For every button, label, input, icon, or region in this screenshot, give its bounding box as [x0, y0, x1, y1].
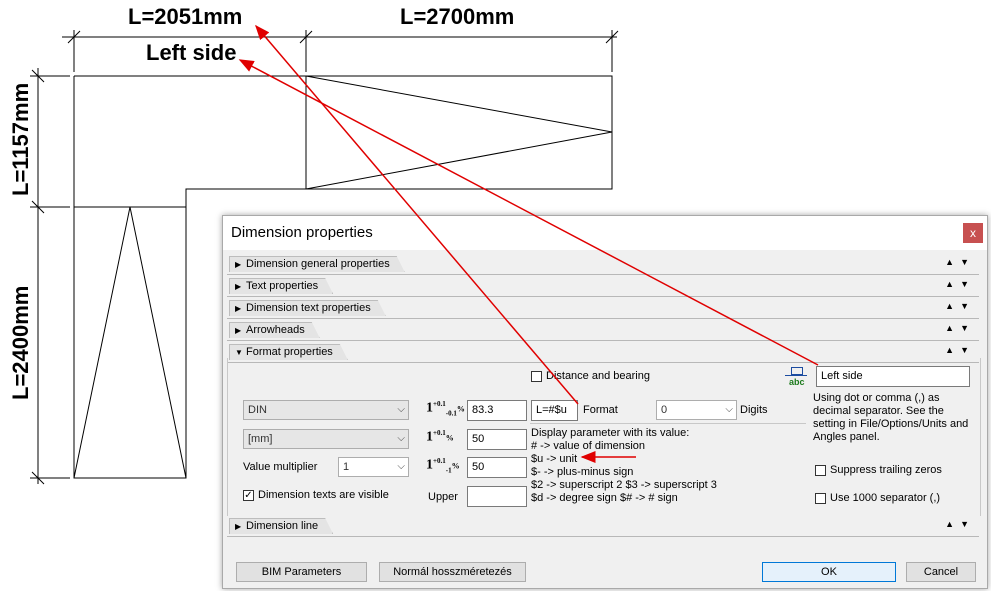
move-up-down-icon[interactable]: ▲▼ — [945, 301, 975, 311]
dimension-properties-dialog: Dimension properties x ▶ Dimension genera… — [222, 215, 988, 589]
tolerance-decimal-icon: 1+0.1-0.1% — [426, 400, 465, 418]
expand-right-icon: ▶ — [235, 522, 242, 531]
distance-bearing-label: Distance and bearing — [546, 370, 650, 382]
chevron-down-icon: ⌵ — [725, 404, 733, 415]
help-line: # -> value of dimension — [531, 440, 646, 452]
value-multiplier-value: 1 — [343, 461, 350, 473]
expand-right-icon: ▶ — [235, 282, 242, 291]
value-multiplier-label: Value multiplier — [243, 461, 318, 473]
standard-select-value: DIN — [248, 404, 267, 416]
section-arrowheads[interactable]: ▶ Arrowheads ▲▼ — [227, 320, 979, 341]
move-up-down-icon[interactable]: ▲▼ — [945, 345, 975, 355]
distance-bearing-checkbox[interactable] — [531, 371, 542, 382]
help-line: $u -> unit — [531, 453, 578, 465]
tolerance-field-3[interactable]: 50 — [467, 457, 527, 478]
bim-parameters-button[interactable]: BIM Parameters — [236, 562, 367, 582]
dim-top-left-text: L=2051mm — [128, 4, 243, 29]
close-button[interactable]: x — [963, 223, 983, 243]
texts-visible-checkbox[interactable]: ✓ — [243, 490, 254, 501]
help-title: Display parameter with its value: — [531, 427, 690, 439]
tolerance-field-2[interactable]: 50 — [467, 429, 527, 450]
unit-select-value: [mm] — [248, 433, 273, 445]
help-line: $d -> degree sign $# -> # sign — [531, 492, 678, 504]
move-up-down-icon[interactable]: ▲▼ — [945, 519, 975, 529]
dimension-text-field[interactable]: Left side — [816, 366, 970, 387]
move-up-down-icon[interactable]: ▲▼ — [945, 257, 975, 267]
section-dimline-label: Dimension line — [246, 520, 319, 532]
section-dimtext[interactable]: ▶ Dimension text properties ▲▼ — [227, 298, 979, 319]
normal-dimensioning-button[interactable]: Normál hosszméretezés — [379, 562, 526, 582]
digits-label: Digits — [740, 404, 768, 416]
tolerance-percent-icon: 1+0.1% — [426, 429, 454, 445]
cancel-button[interactable]: Cancel — [906, 562, 976, 582]
section-general[interactable]: ▶ Dimension general properties ▲▼ — [227, 254, 979, 275]
upper-field[interactable] — [467, 486, 527, 507]
dim-top-right-text: L=2700mm — [400, 4, 515, 29]
text-abc-icon: abc — [784, 366, 810, 388]
section-arrowheads-label: Arrowheads — [246, 324, 305, 336]
ok-button[interactable]: OK — [762, 562, 896, 582]
dim-left-top-text: L=1157mm — [8, 82, 33, 196]
chevron-down-icon: ⌵ — [397, 404, 405, 415]
tolerance-fraction-icon: 1+0.1-1% — [426, 457, 460, 475]
dialog-title: Dimension properties — [231, 224, 373, 241]
expand-right-icon: ▶ — [235, 260, 242, 269]
section-text[interactable]: ▶ Text properties ▲▼ — [227, 276, 979, 297]
left-side-label: Left side — [146, 40, 237, 65]
texts-visible-label: Dimension texts are visible — [258, 489, 389, 501]
value-multiplier-select[interactable]: 1 ⌵ — [338, 457, 409, 477]
help-line: $2 -> superscript 2 $3 -> superscript 3 — [531, 479, 717, 491]
digits-select-value: 0 — [661, 404, 668, 416]
expand-right-icon: ▶ — [235, 304, 242, 313]
section-dimline[interactable]: ▶ Dimension line ▲▼ — [227, 516, 979, 537]
move-up-down-icon[interactable]: ▲▼ — [945, 279, 975, 289]
section-text-label: Text properties — [246, 280, 319, 292]
separator-note: Using dot or comma (,) as decimal separa… — [813, 392, 969, 443]
digits-select[interactable]: 0 ⌵ — [656, 400, 737, 420]
suppress-zeros-checkbox[interactable] — [815, 465, 826, 476]
unit-select[interactable]: [mm] ⌵ — [243, 429, 409, 449]
dim-left-bottom-text: L=2400mm — [8, 285, 33, 400]
format-field[interactable]: L=#$u — [531, 400, 578, 421]
help-divider — [530, 423, 806, 424]
format-properties-panel: Distance and bearing abc Left side DIN ⌵ … — [227, 358, 981, 516]
section-dimtext-label: Dimension text properties — [246, 302, 371, 314]
section-general-label: Dimension general properties — [246, 258, 390, 270]
chevron-down-icon: ⌵ — [397, 461, 405, 472]
format-label: Format — [583, 404, 618, 416]
format-help-box: Display parameter with its value: # -> v… — [531, 427, 717, 505]
thousand-separator-label: Use 1000 separator (,) — [830, 492, 941, 504]
chevron-down-icon: ⌵ — [397, 433, 405, 444]
suppress-zeros-label: Suppress trailing zeros — [830, 464, 942, 476]
thousand-separator-checkbox[interactable] — [815, 493, 826, 504]
standard-select[interactable]: DIN ⌵ — [243, 400, 409, 420]
help-line: $- -> plus-minus sign — [531, 466, 634, 478]
section-format-label: Format properties — [246, 346, 333, 358]
upper-label: Upper — [428, 491, 458, 503]
move-up-down-icon[interactable]: ▲▼ — [945, 323, 975, 333]
expand-right-icon: ▶ — [235, 326, 242, 335]
dialog-titlebar[interactable]: Dimension properties x — [223, 216, 987, 250]
tolerance-field-1[interactable]: 83.3 — [467, 400, 527, 421]
